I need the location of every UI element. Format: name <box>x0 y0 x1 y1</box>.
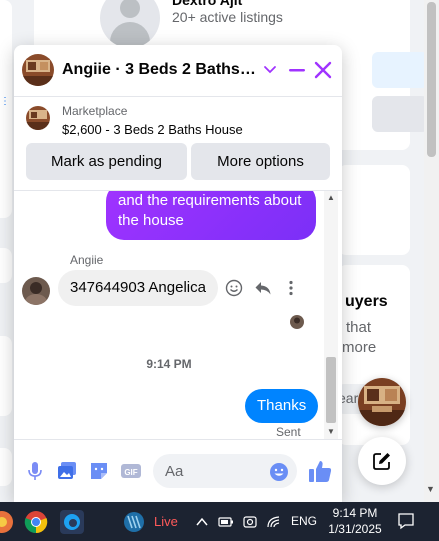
sticker-icon[interactable] <box>88 460 110 482</box>
mark-as-pending-button[interactable]: Mark as pending <box>26 143 187 180</box>
clock-time: 9:14 PM <box>332 506 378 520</box>
sender-avatar[interactable] <box>22 277 50 305</box>
seen-receipt-avatar <box>290 315 304 329</box>
more-options-button[interactable]: More options <box>191 143 330 180</box>
chevron-up-icon[interactable] <box>194 514 210 530</box>
new-message-button[interactable] <box>358 437 406 485</box>
more-vertical-icon[interactable] <box>282 279 300 297</box>
photo-icon[interactable] <box>56 460 78 482</box>
grid-menu-icon[interactable]: ⋮ <box>0 96 10 107</box>
outgoing-message-bubble[interactable]: Thanks <box>245 389 319 423</box>
chat-scrollbar[interactable]: ▲ ▼ <box>324 191 338 439</box>
page-scrollbar[interactable]: ▼ <box>424 0 439 502</box>
cricket-live-icon[interactable] <box>122 510 146 534</box>
svg-text:GIF: GIF <box>124 468 137 477</box>
scroll-up-arrow-icon[interactable]: ▲ <box>327 193 335 202</box>
chat-window: Angiie · 3 Beds 2 Baths Ho... Marketplac… <box>14 45 342 502</box>
buyers-heading: uyers <box>345 293 388 310</box>
battery-icon[interactable] <box>218 514 234 530</box>
listing-source-label: Marketplace <box>62 104 128 118</box>
page-scrollbar-thumb[interactable] <box>427 2 436 157</box>
compose-pencil-icon <box>373 453 390 470</box>
live-label[interactable]: Live <box>154 514 178 529</box>
chevron-down-icon[interactable] <box>262 61 278 77</box>
side-card <box>338 165 410 255</box>
seller-secondary-button[interactable] <box>372 96 428 132</box>
left-column-item[interactable] <box>0 248 12 283</box>
reply-icon[interactable] <box>254 279 272 297</box>
left-column-item[interactable] <box>0 448 12 486</box>
chat-title[interactable]: Angiie · 3 Beds 2 Baths Ho... <box>62 61 258 79</box>
like-thumbs-up-icon[interactable] <box>307 458 333 484</box>
close-icon[interactable] <box>313 59 333 81</box>
windows-taskbar: Live ENG 9:14 PM 1/31/2025 <box>0 502 439 541</box>
emoji-picker-icon[interactable] <box>269 462 289 482</box>
seller-primary-button[interactable] <box>372 52 428 88</box>
buyers-text-line: more <box>342 339 377 356</box>
camera-icon[interactable] <box>242 514 258 530</box>
outgoing-message-bubble[interactable]: and the requirements about the house <box>106 191 316 240</box>
edge-icon[interactable] <box>60 510 84 534</box>
notification-icon[interactable] <box>397 512 415 530</box>
buyers-text-line: that <box>346 319 372 336</box>
app-icon[interactable] <box>0 510 14 534</box>
scroll-down-arrow-icon[interactable]: ▼ <box>327 427 335 436</box>
left-column-card <box>0 0 12 218</box>
react-emoji-icon[interactable] <box>225 279 243 297</box>
chat-scrollbar-thumb[interactable] <box>326 357 336 423</box>
microphone-icon[interactable] <box>24 460 46 482</box>
listing-title[interactable]: $2,600 - 3 Beds 2 Baths House <box>62 122 243 137</box>
minimize-icon[interactable] <box>288 59 306 81</box>
incoming-message-bubble[interactable]: 347644903 Angelica <box>58 270 218 306</box>
contact-avatar[interactable] <box>22 54 54 86</box>
message-sender-name: Angiie <box>70 253 104 267</box>
chat-header[interactable]: Angiie · 3 Beds 2 Baths Ho... <box>14 45 342 97</box>
scroll-down-arrow-icon[interactable]: ▼ <box>426 484 435 494</box>
clock-date: 1/31/2025 <box>328 522 382 536</box>
input-language[interactable]: ENG <box>291 514 317 528</box>
gif-icon[interactable]: GIF <box>120 460 142 482</box>
message-composer: GIF <box>14 439 342 502</box>
left-column-card <box>0 336 12 416</box>
chrome-icon[interactable] <box>24 510 48 534</box>
time-divider: 9:14 PM <box>146 357 192 371</box>
listing-thumbnail[interactable] <box>26 106 50 130</box>
message-thread[interactable]: and the requirements about the house Ang… <box>14 191 342 439</box>
seller-avatar[interactable] <box>100 0 160 48</box>
wifi-icon[interactable] <box>266 514 282 530</box>
marketplace-listing-banner: Marketplace $2,600 - 3 Beds 2 Baths Hous… <box>14 97 342 191</box>
seller-listings-count: 20+ active listings <box>172 9 283 25</box>
chat-head-avatar[interactable] <box>358 378 406 426</box>
message-status: Sent <box>276 425 301 439</box>
seller-name[interactable]: Dextro Ajit <box>172 0 242 8</box>
clock[interactable]: 9:14 PM 1/31/2025 <box>326 505 384 537</box>
